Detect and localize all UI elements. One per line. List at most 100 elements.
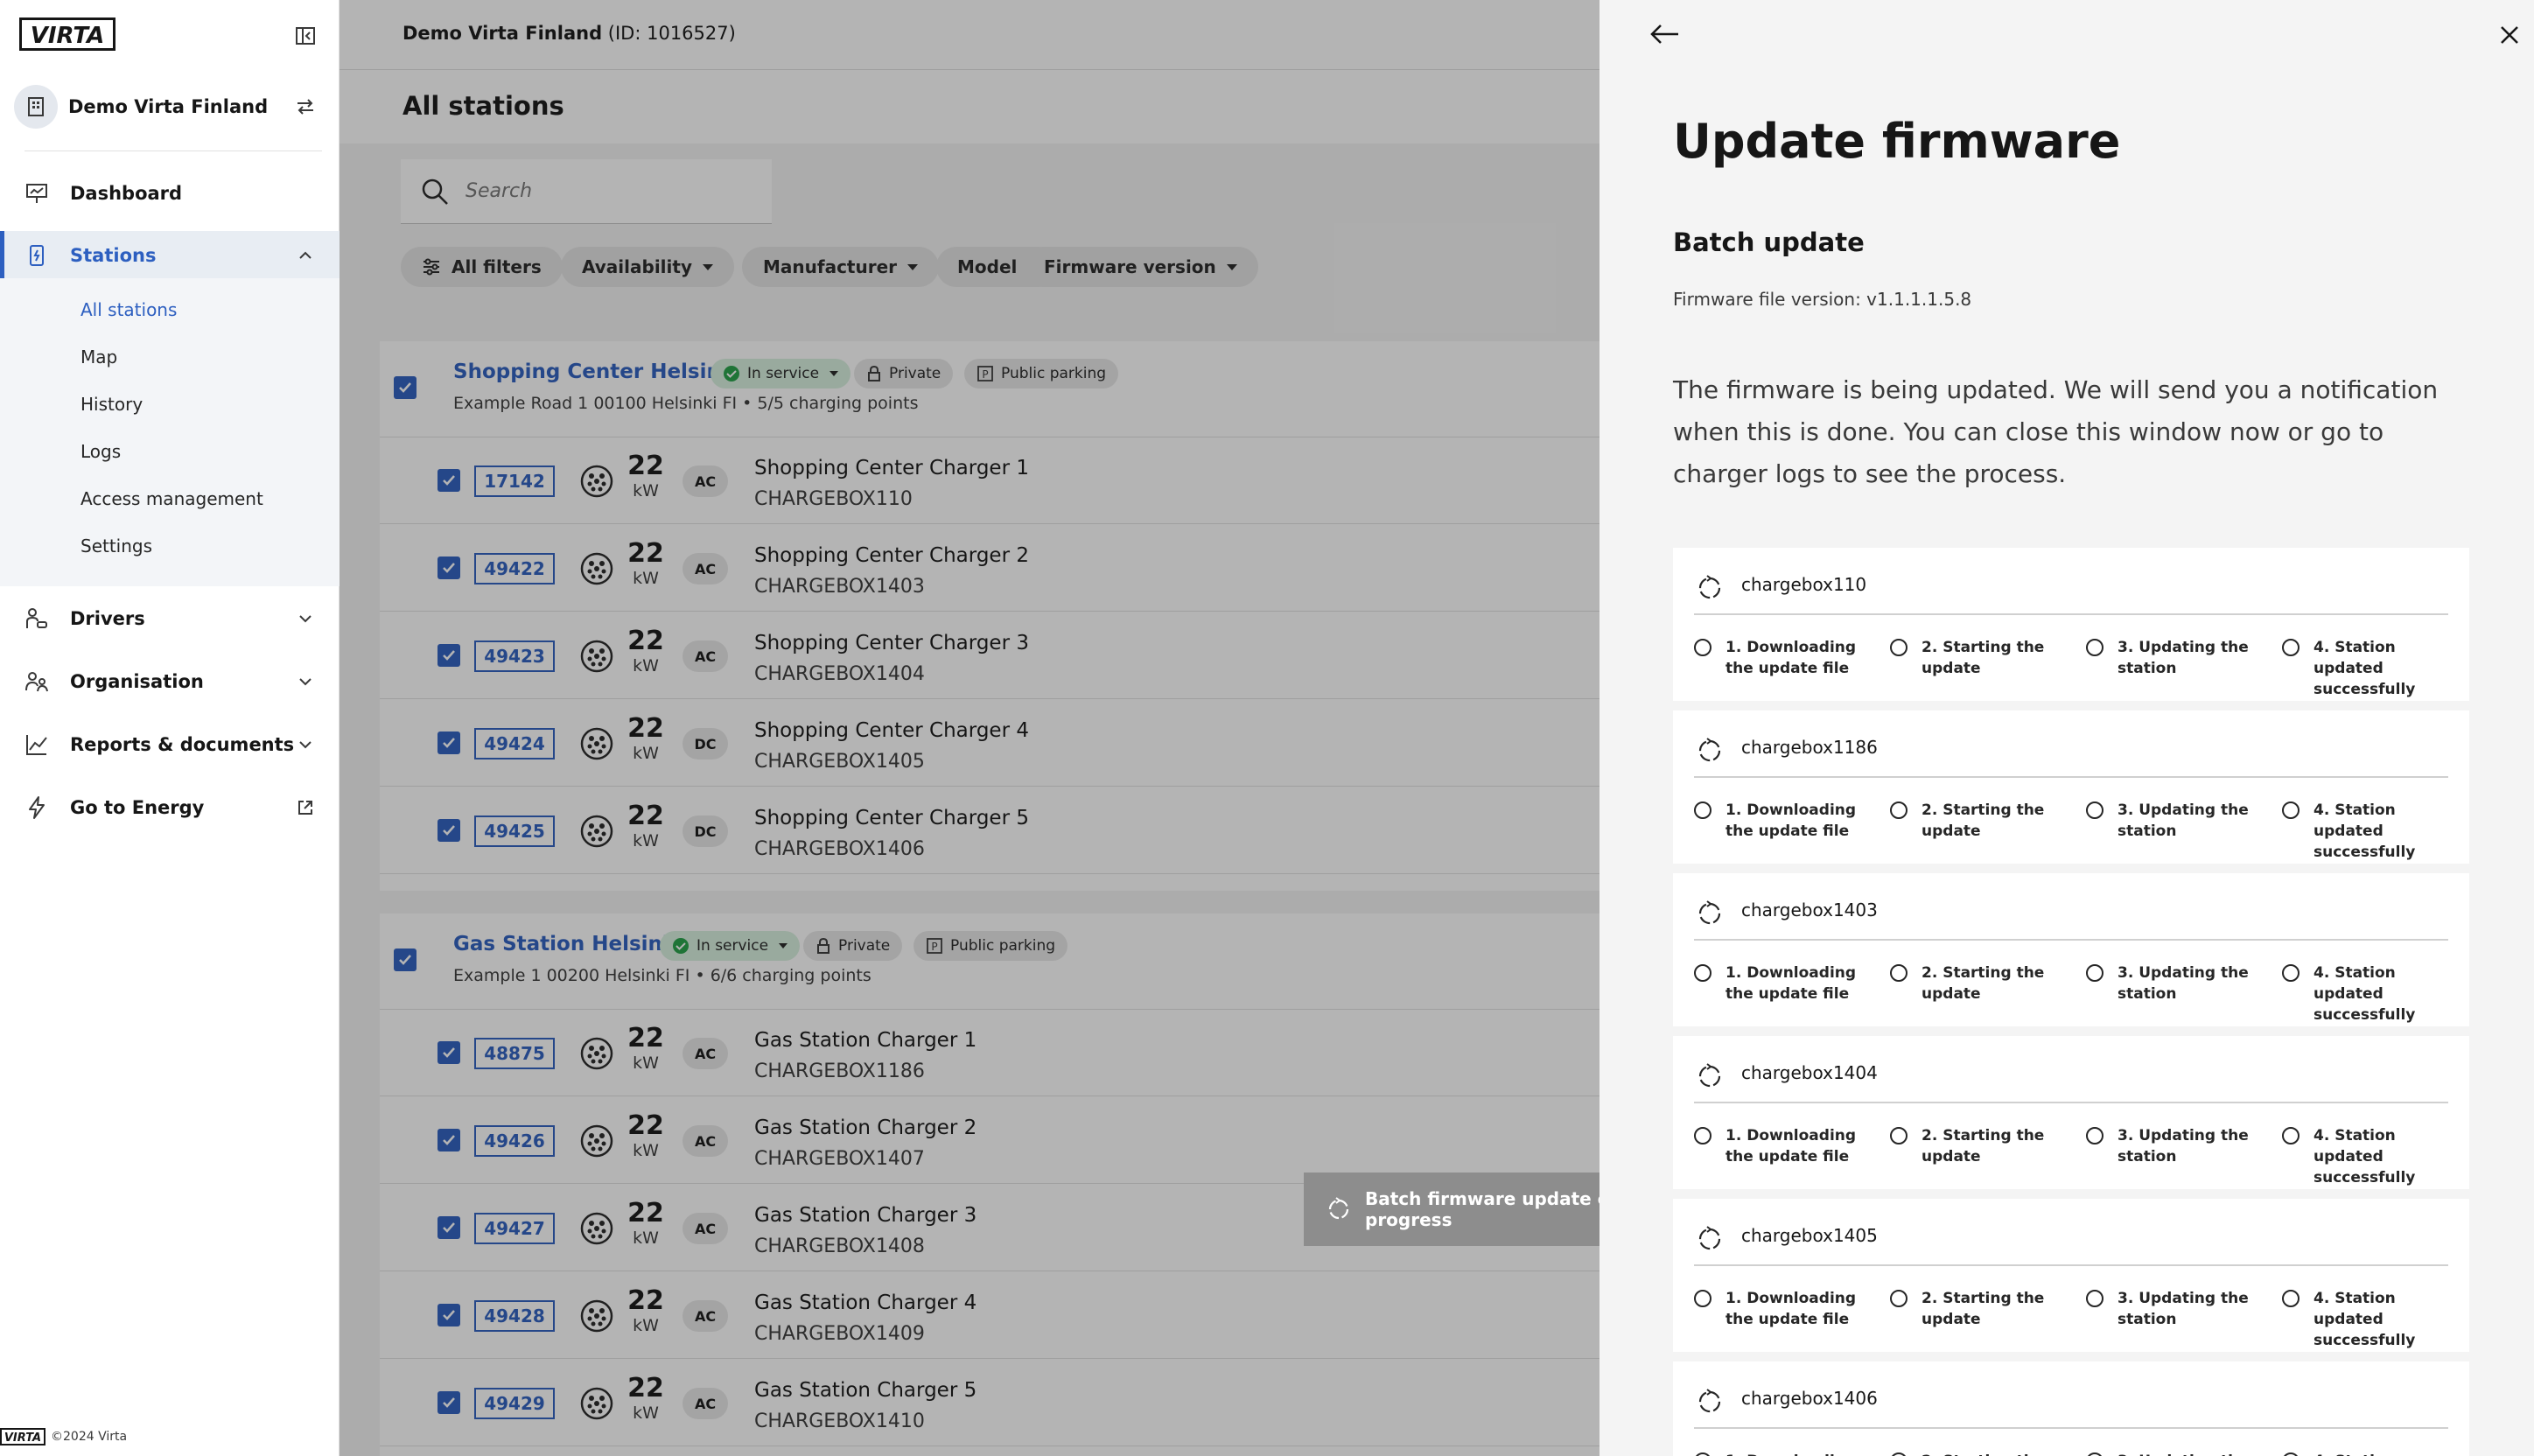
- logo-text: VIRTA: [31, 23, 105, 49]
- sync-icon: [1694, 898, 1726, 929]
- chevron-down-icon[interactable]: [296, 609, 315, 628]
- progress-step: 1. Downloading the update file: [1694, 1288, 1856, 1330]
- collapse-sidebar-icon[interactable]: [294, 24, 317, 47]
- step-radio-icon: [1890, 802, 1908, 819]
- progress-track: [1694, 613, 2448, 615]
- step-label-line1: 1. Downloading: [1726, 802, 1857, 819]
- step-label-line1: 4. Station updated: [2314, 1127, 2396, 1166]
- progress-step: 3. Updating the station: [2086, 962, 2249, 1004]
- step-label-line1: 2. Starting the: [1922, 802, 2045, 819]
- progress-track: [1694, 939, 2448, 941]
- progress-track: [1694, 1264, 2448, 1266]
- step-label-line2: the update file: [1726, 1311, 1850, 1328]
- step-label-line2: update: [1922, 1148, 1981, 1166]
- progress-step: 3. Updating the station: [2086, 1288, 2249, 1330]
- progress-step: 2. Starting the update: [1890, 800, 2044, 842]
- progress-step: 4. Station updated successfully: [2282, 1125, 2469, 1188]
- step-label-line1: 4. Station updated: [2314, 964, 2396, 1003]
- step-radio-icon: [1694, 1290, 1712, 1307]
- progress-step: 4. Station updatedsuccessfully: [2282, 800, 2469, 863]
- progress-track: [1694, 776, 2448, 778]
- update-firmware-panel: Update firmware Batch update Firmware fi…: [1600, 0, 2534, 1456]
- chargebox-name: chargebox1186: [1741, 737, 1878, 758]
- step-radio-icon: [1694, 1452, 1712, 1456]
- sub-all-stations[interactable]: All stations: [80, 299, 177, 320]
- step-label-line2: station: [2118, 660, 2177, 677]
- sidebar-divider: [24, 150, 322, 151]
- step-radio-icon: [2282, 1452, 2300, 1456]
- step-radio-icon: [2282, 964, 2300, 982]
- chevron-up-icon[interactable]: [296, 246, 315, 265]
- step-radio-icon: [2086, 1452, 2104, 1456]
- sub-settings[interactable]: Settings: [80, 536, 152, 556]
- chargebox-progress-card: chargebox1403 1. Downloading the update fi…: [1673, 873, 2469, 1026]
- sync-icon: [1694, 1060, 1726, 1092]
- progress-step: 3. Updating the station: [2086, 637, 2249, 679]
- org-switcher[interactable]: Demo Virta Finland: [14, 82, 324, 131]
- progress-step: 2. Starting the update: [1890, 637, 2044, 679]
- step-label-line1: 2. Starting the: [1922, 1290, 2045, 1307]
- back-arrow-icon[interactable]: [1647, 21, 1682, 47]
- nav-go-to-energy-label: Go to Energy: [70, 797, 205, 818]
- close-icon[interactable]: [2499, 24, 2520, 46]
- progress-step: 1. Downloading the update file: [1694, 637, 1856, 679]
- step-label-line2: station: [2118, 822, 2177, 840]
- step-radio-icon: [2086, 639, 2104, 656]
- switch-icon[interactable]: [294, 95, 317, 118]
- step-radio-icon: [2086, 1290, 2104, 1307]
- organisation-icon: [24, 669, 49, 694]
- sidebar-footer: VIRTA ©2024 Virta: [0, 1428, 127, 1446]
- step-label-line2: update: [1922, 660, 1981, 677]
- progress-step: 1. Downloading the update file: [1694, 1125, 1856, 1167]
- chargebox-progress-card: chargebox1404 1. Downloading the update fi…: [1673, 1036, 2469, 1189]
- step-label-line2: station: [2118, 985, 2177, 1003]
- nav-organisation[interactable]: Organisation: [0, 660, 340, 704]
- step-label-line1: 3. Updating the: [2118, 964, 2249, 982]
- footer-logo: VIRTA: [0, 1428, 46, 1446]
- nav-drivers-label: Drivers: [70, 608, 145, 629]
- nav-dashboard[interactable]: Dashboard: [0, 172, 340, 215]
- chargebox-name: chargebox1404: [1741, 1062, 1878, 1083]
- progress-step: 1. Downloading the update file: [1694, 962, 1856, 1004]
- nav-reports[interactable]: Reports & documents: [0, 723, 340, 766]
- step-label-line2: the update file: [1726, 660, 1850, 677]
- step-radio-icon: [2282, 1290, 2300, 1307]
- chargebox-progress-card: chargebox1406 1. Downloadingthe update fi…: [1673, 1362, 2469, 1456]
- chargebox-name: chargebox1405: [1741, 1225, 1878, 1246]
- progress-step: 3. Updating the station: [2086, 800, 2249, 842]
- chevron-down-icon[interactable]: [296, 672, 315, 691]
- sync-icon: [1694, 735, 1726, 766]
- chargebox-progress-card: chargebox110 1. Downloading the update fil…: [1673, 548, 2469, 701]
- sub-access-management[interactable]: Access management: [80, 488, 263, 509]
- step-label-line1: 4. Station updated: [2314, 639, 2396, 677]
- dashboard-icon: [24, 181, 49, 206]
- nav-reports-label: Reports & documents: [70, 734, 295, 755]
- panel-message: The firmware is being updated. We will s…: [1673, 375, 2439, 488]
- progress-step: 4. Station updatedsuccessfully: [2282, 1451, 2469, 1456]
- sidebar: VIRTA Demo Virta Finland Dashboard Stati…: [0, 0, 340, 1456]
- nav-dashboard-label: Dashboard: [70, 183, 183, 204]
- nav-go-to-energy[interactable]: Go to Energy: [0, 786, 340, 830]
- step-radio-icon: [1890, 1290, 1908, 1307]
- external-link-icon: [296, 798, 315, 817]
- chevron-down-icon[interactable]: [296, 735, 315, 754]
- step-label-line2: successfully: [2314, 1169, 2416, 1186]
- nav-drivers[interactable]: Drivers: [0, 597, 340, 640]
- step-label-line2: update: [1922, 985, 1981, 1003]
- chargebox-name: chargebox1403: [1741, 900, 1878, 920]
- sub-map[interactable]: Map: [80, 346, 117, 368]
- step-label-line2: the update file: [1726, 985, 1850, 1003]
- step-label-line2: update: [1922, 1311, 1981, 1328]
- sub-logs[interactable]: Logs: [80, 441, 121, 462]
- step-label-line1: 2. Starting the: [1922, 1127, 2045, 1144]
- chargebox-name: chargebox1406: [1741, 1388, 1878, 1409]
- step-radio-icon: [1694, 639, 1712, 656]
- step-radio-icon: [2086, 964, 2104, 982]
- sub-history[interactable]: History: [80, 394, 143, 415]
- step-radio-icon: [1694, 964, 1712, 982]
- chart-icon: [24, 732, 49, 757]
- sync-icon: [1694, 1386, 1726, 1418]
- virta-logo[interactable]: VIRTA: [19, 18, 116, 51]
- progress-step: 2. Starting the update: [1890, 1288, 2044, 1330]
- nav-stations[interactable]: Stations: [0, 231, 340, 280]
